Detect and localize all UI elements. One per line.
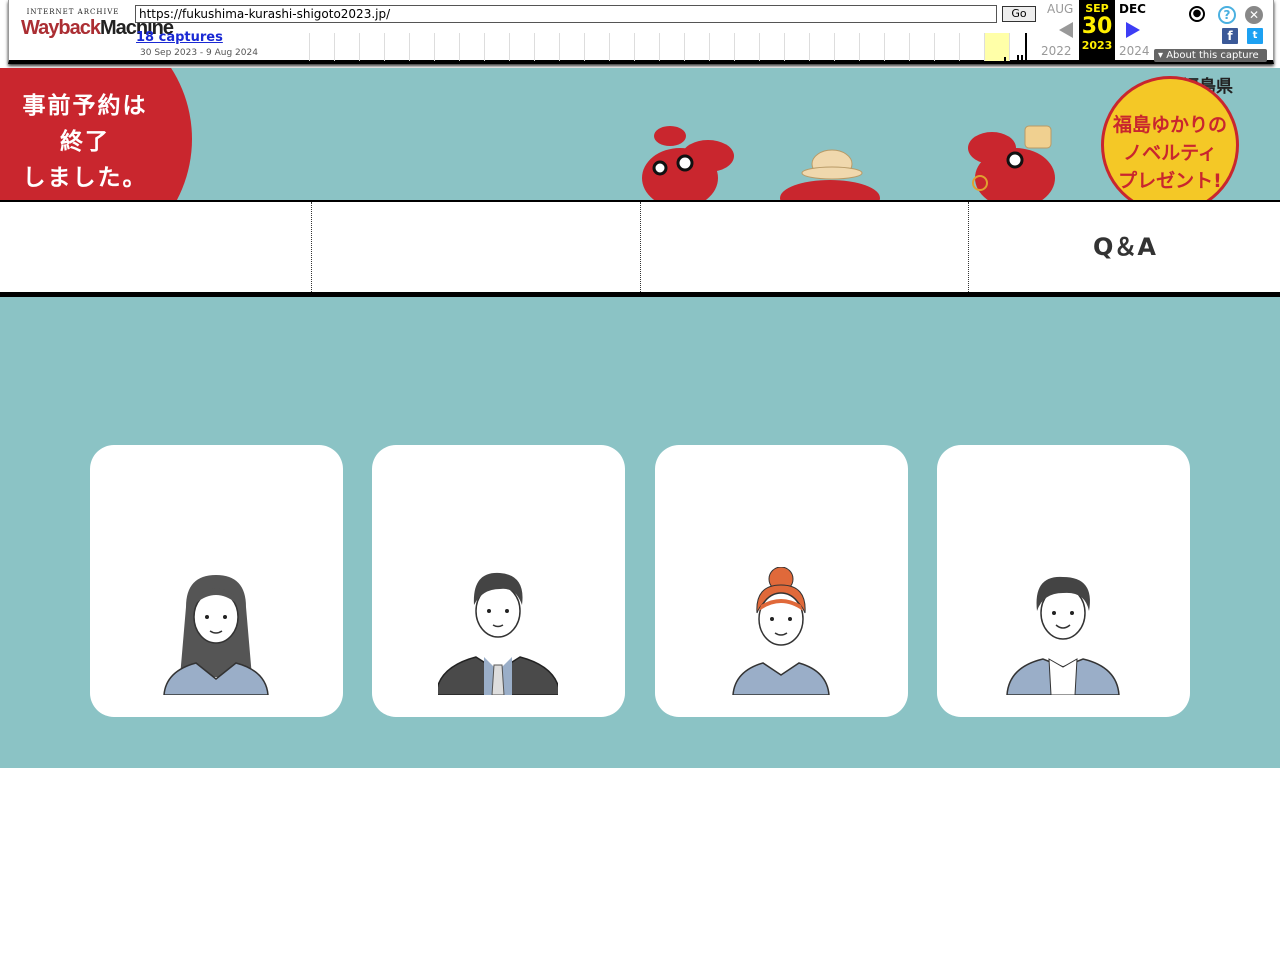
sparkline-cell — [834, 33, 835, 61]
sparkline-cell — [784, 33, 785, 61]
speaker-card-4[interactable] — [937, 445, 1190, 717]
wayback-logo-bottom: WaybackMachine — [21, 17, 174, 39]
nav-item-3[interactable] — [640, 202, 968, 292]
next-capture-arrow-icon[interactable] — [1126, 22, 1140, 38]
sparkline-cell — [809, 33, 810, 61]
sparkline-cell — [559, 33, 560, 61]
sparkline-cell — [409, 33, 410, 61]
novelty-present-text: 福島ゆかりの ノベルティ プレゼント! — [1112, 114, 1227, 192]
sparkline-highlight — [985, 33, 1010, 61]
wayback-date-range: 30 Sep 2023 - 9 Aug 2024 — [140, 48, 258, 58]
sparkline-cell — [459, 33, 460, 61]
wayback-url-input[interactable] — [135, 5, 997, 23]
next-month-label[interactable]: DEC — [1119, 2, 1146, 16]
speaker-card-1[interactable] — [90, 445, 343, 717]
sparkline-cell — [484, 33, 485, 61]
avatar-man-suit — [438, 572, 558, 695]
akabeko-2-with-hat — [780, 149, 880, 200]
nav-item-2[interactable] — [311, 202, 640, 292]
wayback-logo[interactable]: INTERNET ARCHIVE WaybackMachine — [21, 8, 174, 52]
sparkline-bar — [1004, 57, 1006, 61]
sparkline-cell — [634, 33, 635, 61]
sparkline-cell — [759, 33, 760, 61]
close-icon[interactable]: ✕ — [1245, 6, 1263, 24]
sparkline-cell — [509, 33, 510, 61]
sparkline-bar — [1025, 33, 1027, 61]
current-capture-date: SEP 30 2023 — [1079, 0, 1115, 62]
sparkline-bar — [1021, 55, 1023, 61]
user-icon[interactable]: ● — [1189, 6, 1205, 22]
nav-item-qa[interactable]: Q＆A — [968, 202, 1280, 292]
sparkline-cell — [984, 33, 985, 61]
avatar-man-casual — [1006, 576, 1120, 695]
chevron-down-icon: ▾ — [1158, 50, 1167, 61]
sparkline-cell — [709, 33, 710, 61]
sparkline-cell — [684, 33, 685, 61]
sparkline-cell — [909, 33, 910, 61]
current-year: 2023 — [1081, 39, 1113, 52]
avatar-woman-bun-hair — [732, 567, 830, 695]
sparkline-cell — [884, 33, 885, 61]
akabeko-3-with-box — [968, 125, 1055, 200]
wayback-captures-link[interactable]: 18 captures — [136, 30, 223, 45]
speaker-card-2[interactable] — [372, 445, 625, 717]
akabeko-illustration — [642, 125, 1055, 200]
wayback-go-button[interactable]: Go — [1002, 6, 1036, 22]
sparkline-cell — [434, 33, 435, 61]
prev-year-label[interactable]: 2022 — [1041, 44, 1072, 58]
wayback-toolbar: INTERNET ARCHIVE WaybackMachine Go 18 ca… — [0, 0, 1280, 68]
wayback-logo-top: INTERNET ARCHIVE — [26, 8, 120, 16]
current-day: 30 — [1081, 14, 1113, 39]
sparkline-cell — [734, 33, 735, 61]
wayback-sparkline[interactable] — [309, 33, 1035, 61]
sparkline-cell — [359, 33, 360, 61]
next-year-label[interactable]: 2024 — [1119, 44, 1150, 58]
twitter-icon[interactable]: t — [1247, 28, 1263, 44]
sparkline-cell — [334, 33, 335, 61]
sparkline-cell — [384, 33, 385, 61]
sparkline-cell — [534, 33, 535, 61]
sparkline-cell — [659, 33, 660, 61]
sparkline-cell — [859, 33, 860, 61]
speakers-section — [0, 297, 1280, 768]
about-capture-button[interactable]: ▾ About this capture — [1154, 49, 1267, 62]
help-icon[interactable]: ? — [1218, 6, 1236, 24]
reservation-closed-text: 事前予約は 終了 しました。 — [22, 93, 148, 191]
sparkline-cell — [959, 33, 960, 61]
wayback-calendar-nav: AUG 2022 SEP 30 2023 DEC 2024 — [1039, 0, 1155, 62]
akabeko-1 — [642, 126, 734, 200]
prev-month-label[interactable]: AUG — [1047, 2, 1073, 16]
nav-item-1[interactable] — [0, 202, 311, 292]
facebook-icon[interactable]: f — [1222, 28, 1238, 44]
wayback-toolbar-inner: INTERNET ARCHIVE WaybackMachine Go 18 ca… — [8, 0, 1274, 64]
sparkline-cell — [609, 33, 610, 61]
sparkline-cell — [1009, 33, 1010, 61]
hero-banner: 事前予約は 終了 しました。 福島県 福島ゆかりの ノベルティ — [0, 68, 1280, 200]
avatar-woman-long-hair — [163, 575, 269, 695]
sparkline-cell — [584, 33, 585, 61]
sparkline-cell — [309, 33, 310, 61]
sparkline-cell — [934, 33, 935, 61]
prev-capture-arrow-icon[interactable] — [1059, 22, 1073, 38]
main-nav: Q＆A — [0, 200, 1280, 297]
sparkline-bar — [1017, 55, 1019, 61]
speaker-card-3[interactable] — [655, 445, 908, 717]
